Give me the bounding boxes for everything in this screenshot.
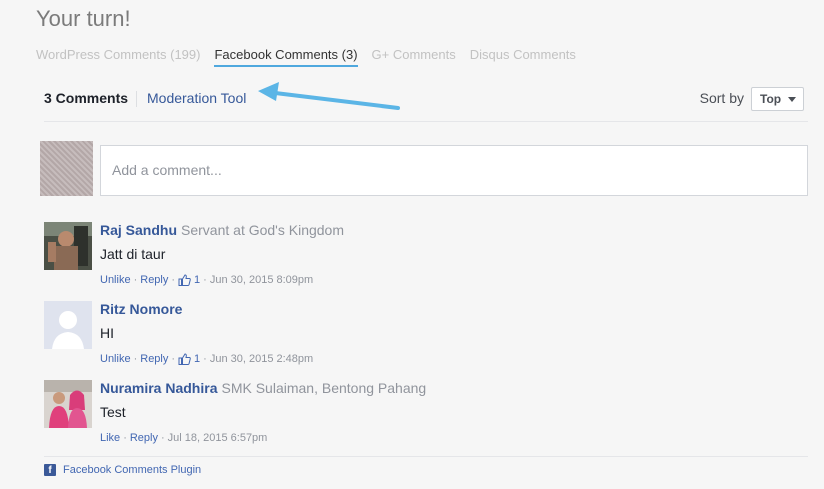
like-link[interactable]: Like [100,432,120,444]
comment-date[interactable]: Jun 30, 2015 2:48pm [210,353,313,365]
moderation-tool-link[interactable]: Moderation Tool [147,90,246,106]
avatar[interactable] [44,380,92,428]
comment-text: HI [100,325,114,341]
comment-actions: Like · Reply · Jul 18, 2015 6:57pm [100,432,268,444]
thumbs-up-icon [178,274,191,286]
section-heading: Your turn! [36,6,131,31]
reply-link[interactable]: Reply [140,274,168,286]
comment-actions: Unlike · Reply · 1 · Jun 30, 2015 8:09pm [100,274,314,286]
author-role: SMK Sulaiman, Bentong Pahang [221,380,427,396]
tab-disqus-comments[interactable]: Disqus Comments [470,47,576,67]
tab-wordpress-comments[interactable]: WordPress Comments (199) [36,47,200,67]
reply-link[interactable]: Reply [140,353,168,365]
footer-divider-line [44,456,808,457]
avatar[interactable] [44,301,92,349]
sort-by-label: Sort by [699,90,744,106]
tab-facebook-comments[interactable]: Facebook Comments (3) [214,47,358,67]
tab-gplus-comments[interactable]: G+ Comments [372,47,456,67]
chevron-down-icon [788,97,796,102]
plugin-label: Facebook Comments Plugin [63,464,202,476]
like-count[interactable]: 1 [194,353,200,365]
comment-date[interactable]: Jul 18, 2015 6:57pm [168,432,268,444]
header-divider-line [44,121,808,122]
avatar[interactable] [44,222,92,270]
facebook-icon: f [44,464,56,476]
comments-header: 3 Comments Moderation Tool Sort by Top [44,87,804,111]
annotation-arrow-icon [258,82,400,110]
comment-count: 3 Comments [44,90,129,106]
reply-link[interactable]: Reply [130,432,158,444]
current-user-avatar [40,141,93,196]
comment-author[interactable]: Ritz Nomore [100,301,182,317]
like-count[interactable]: 1 [194,274,200,286]
comment-author[interactable]: Raj Sandhu Servant at God's Kingdom [100,222,344,238]
unlike-link[interactable]: Unlike [100,353,131,365]
comment-author[interactable]: Nuramira Nadhira SMK Sulaiman, Bentong Pa… [100,380,426,396]
sort-select[interactable]: Top [751,87,804,111]
comment-tabs: WordPress Comments (199) Facebook Commen… [36,47,576,67]
unlike-link[interactable]: Unlike [100,274,131,286]
facebook-plugin-link[interactable]: f Facebook Comments Plugin [44,464,201,476]
add-comment-input[interactable]: Add a comment... [100,145,808,196]
comment-date[interactable]: Jun 30, 2015 8:09pm [210,274,313,286]
author-role: Servant at God's Kingdom [181,222,344,238]
comment-actions: Unlike · Reply · 1 · Jun 30, 2015 2:48pm [100,353,314,365]
sort-select-value: Top [760,92,782,106]
comment-text: Test [100,404,126,420]
thumbs-up-icon [178,353,191,365]
comment-text: Jatt di taur [100,246,166,262]
header-divider [136,91,137,107]
